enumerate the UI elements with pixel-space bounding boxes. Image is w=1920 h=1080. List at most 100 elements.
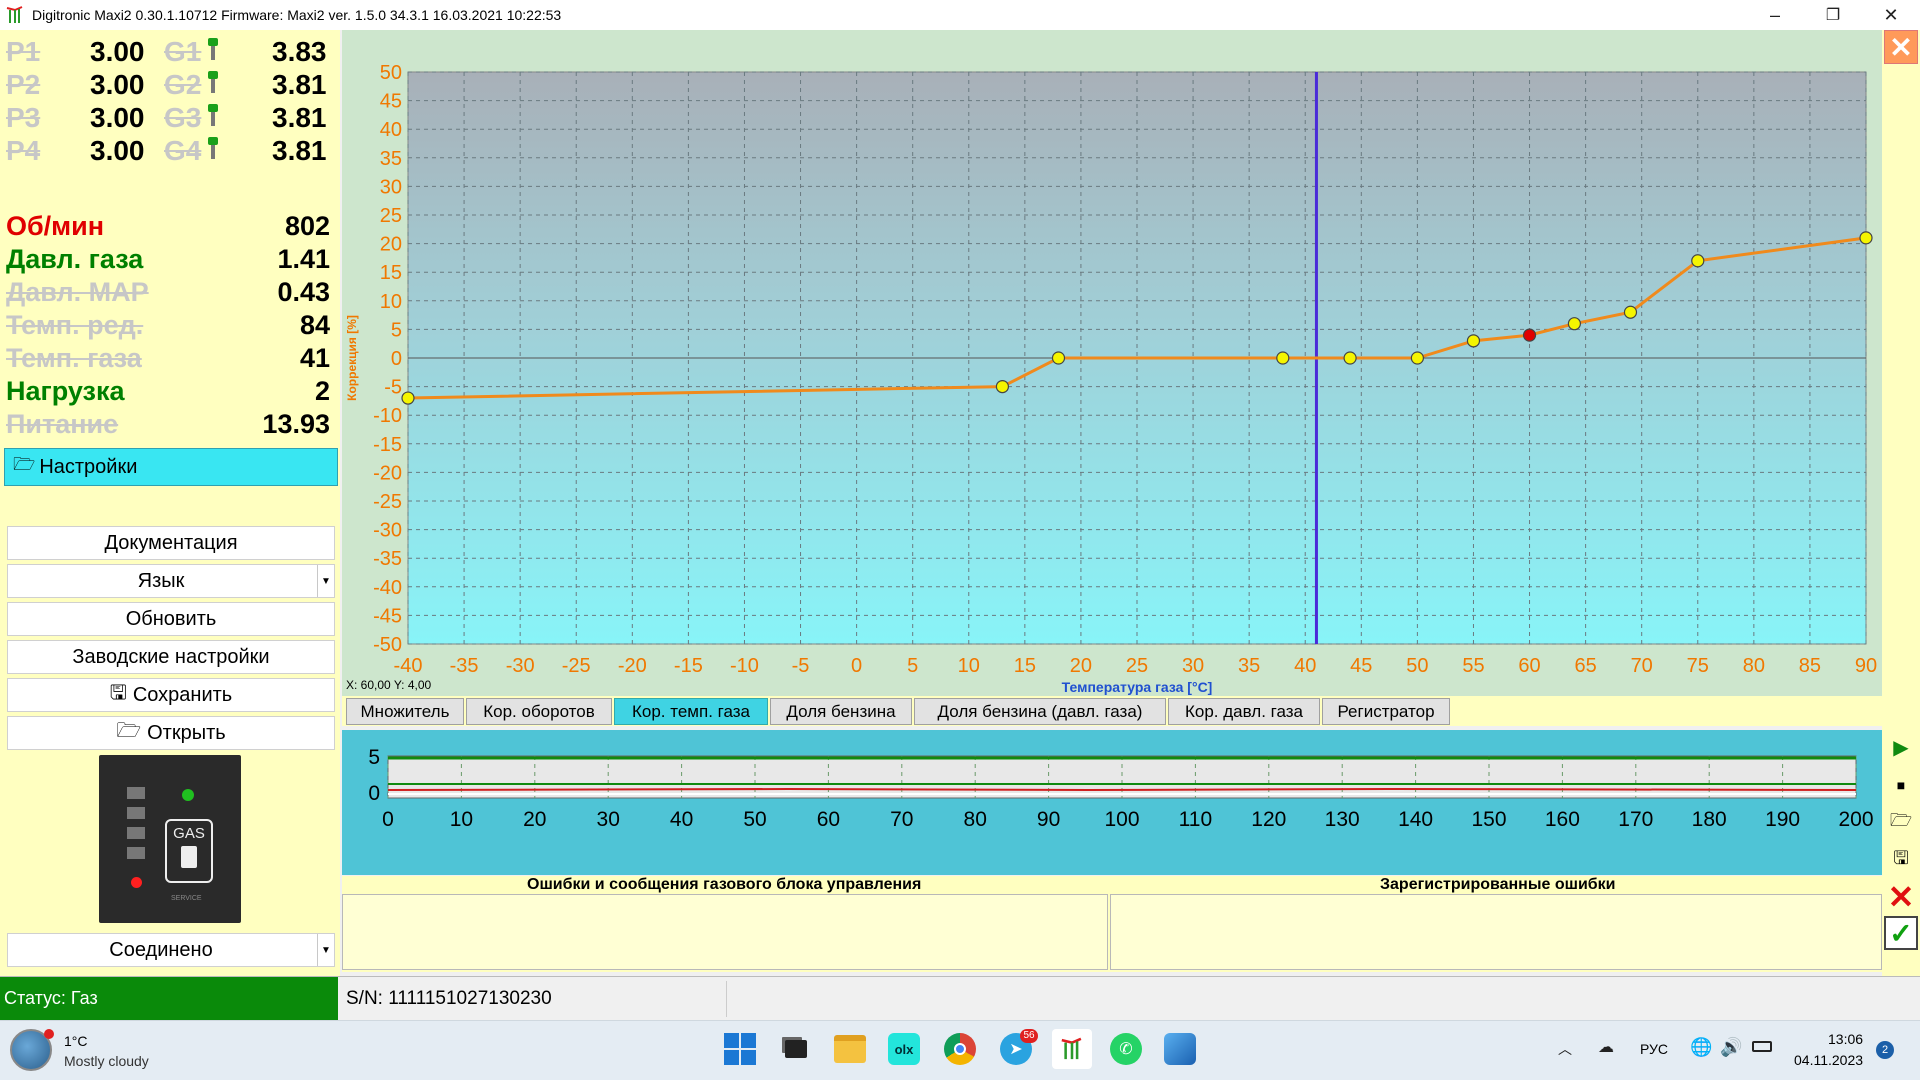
parameter-row: Питание 13.93 [0,409,340,441]
y-tick-label: -25 [373,491,402,513]
strip-x-tick-label: 150 [1471,808,1506,831]
led-bar-2 [127,807,145,819]
y-tick-label: -30 [373,520,402,542]
green-led [182,789,194,801]
parameter-row: Нагрузка 2 [0,376,340,408]
status-divider [726,981,727,1017]
strip-x-tick-label: 10 [450,808,473,831]
parameter-value: 84 [299,310,330,340]
open-button[interactable]: 🗁 Открыть [7,716,335,750]
close-button[interactable]: ✕ [1862,0,1920,30]
x-tick-label: -30 [506,655,535,677]
service-label: SERVICE [171,895,202,902]
folder-open-icon[interactable]: 🗁 [1884,806,1918,840]
documentation-button[interactable]: Документация [7,526,335,560]
notification-badge[interactable]: 2 [1876,1041,1894,1059]
parameter-row: Давл. газа 1.41 [0,244,340,276]
weather-temp: 1°C [64,1033,88,1049]
y-tick-label: 30 [380,176,402,198]
registered-errors-list[interactable] [1110,894,1882,970]
ecu-errors-list[interactable] [342,894,1108,970]
y-tick-label: 10 [380,291,402,313]
x-tick-label: 30 [1182,655,1204,677]
strip-x-tick-label: 40 [670,808,693,831]
play-icon[interactable]: ▶ [1884,730,1918,764]
strip-x-tick-label: 170 [1618,808,1653,831]
tab[interactable]: Множитель [346,698,464,725]
y-tick-label: -20 [373,462,402,484]
minimize-button[interactable]: – [1746,0,1804,30]
strip-x-tick-label: 60 [817,808,840,831]
y-tick-label: -5 [384,377,402,399]
strip-x-tick-label: 30 [597,808,620,831]
petrol-injector-label: P3 [6,102,41,133]
parameter-row: Давл. МАР 0.43 [0,277,340,309]
tab[interactable]: Доля бензина [770,698,912,725]
parameter-label: Нагрузка [6,376,125,406]
digitronic-taskbar-icon[interactable] [1052,1029,1092,1069]
parameter-value: 0.43 [277,277,330,307]
photos-icon[interactable] [1164,1033,1196,1065]
stop-icon[interactable]: ■ [1884,768,1918,802]
gas-injector-label: G2 [164,69,202,100]
task-view-icon[interactable] [780,1033,812,1065]
led-bar-1 [127,787,145,799]
x-tick-label: 90 [1855,655,1877,677]
strip-x-tick-label: 160 [1545,808,1580,831]
save-icon[interactable]: 🖫 [1884,844,1918,878]
x-tick-label: -25 [562,655,591,677]
x-tick-label: -10 [730,655,759,677]
chevron-up-icon[interactable]: ︿ [1558,1039,1572,1059]
clock-date[interactable]: 04.11.2023 [1794,1052,1863,1068]
gas-label: GAS [173,825,205,842]
tab[interactable]: Регистратор [1322,698,1450,725]
tab[interactable]: Кор. давл. газа [1168,698,1320,725]
gas-injector-value: 3.83 [272,36,327,67]
y-axis-label: Коррекция [%] [345,315,359,401]
network-icon[interactable]: 🌐 [1690,1037,1712,1058]
correction-chart[interactable]: -40 -35 -30 -25 -20 -15 -10 -5 0 5 10 15 20 25 30 35 40 4… [342,30,1882,696]
data-point [1623,305,1638,319]
folder-open-icon: 🗁 [116,720,142,742]
connection-select[interactable]: Соединено ▼ [7,933,335,967]
language-select[interactable]: Язык ▼ [7,564,335,598]
gas-injector-value: 3.81 [272,102,327,133]
confirm-icon[interactable]: ✓ [1884,916,1918,950]
x-tick-label: 0 [851,655,862,677]
restore-button[interactable]: ❐ [1804,0,1862,30]
chrome-icon[interactable] [944,1033,976,1065]
y-tick-label: -40 [373,577,402,599]
settings-header[interactable]: 🗁 Настройки [4,448,338,486]
start-icon[interactable] [724,1033,756,1065]
parameter-label: Темп. ред. [6,310,144,340]
petrol-injector-value: 3.00 [90,135,145,166]
injector-row: P4 3.00 G4 3.81 [0,135,340,167]
y-tick-label: 45 [380,91,402,113]
gas-injector-value: 3.81 [272,135,327,166]
factory-settings-button[interactable]: Заводские настройки [7,640,335,674]
tab[interactable]: Доля бензина (давл. газа) [914,698,1166,725]
clock-time[interactable]: 13:06 [1828,1031,1863,1047]
telegram-badge: 56 [1020,1029,1038,1043]
refresh-button[interactable]: Обновить [7,602,335,636]
petrol-injector-value: 3.00 [90,69,145,100]
save-button[interactable]: 🖫 Сохранить [7,678,335,712]
ecu-errors-title: Ошибки и сообщения газового блока управл… [527,876,922,893]
tab[interactable]: Кор. темп. газа [614,698,768,725]
close-panel-icon[interactable]: ✕ [1884,30,1918,64]
cloud-off-icon[interactable]: ☁ [1598,1037,1614,1057]
tab[interactable]: Кор. оборотов [466,698,612,725]
language-indicator[interactable]: РУС [1640,1041,1668,1057]
data-point [1343,351,1357,365]
whatsapp-icon[interactable]: ✆ [1110,1033,1142,1065]
y-tick-label: 20 [380,234,402,256]
led-bar-3 [127,827,145,839]
clear-errors-icon[interactable]: ✕ [1884,879,1918,915]
battery-icon[interactable] [1752,1041,1772,1052]
x-tick-label: 50 [1406,655,1428,677]
strip-x-tick-label: 120 [1251,808,1286,831]
file-explorer-icon[interactable] [834,1035,866,1063]
olx-icon[interactable]: olx [888,1033,920,1065]
data-point [1276,351,1290,365]
volume-icon[interactable]: 🔊 [1720,1037,1742,1058]
